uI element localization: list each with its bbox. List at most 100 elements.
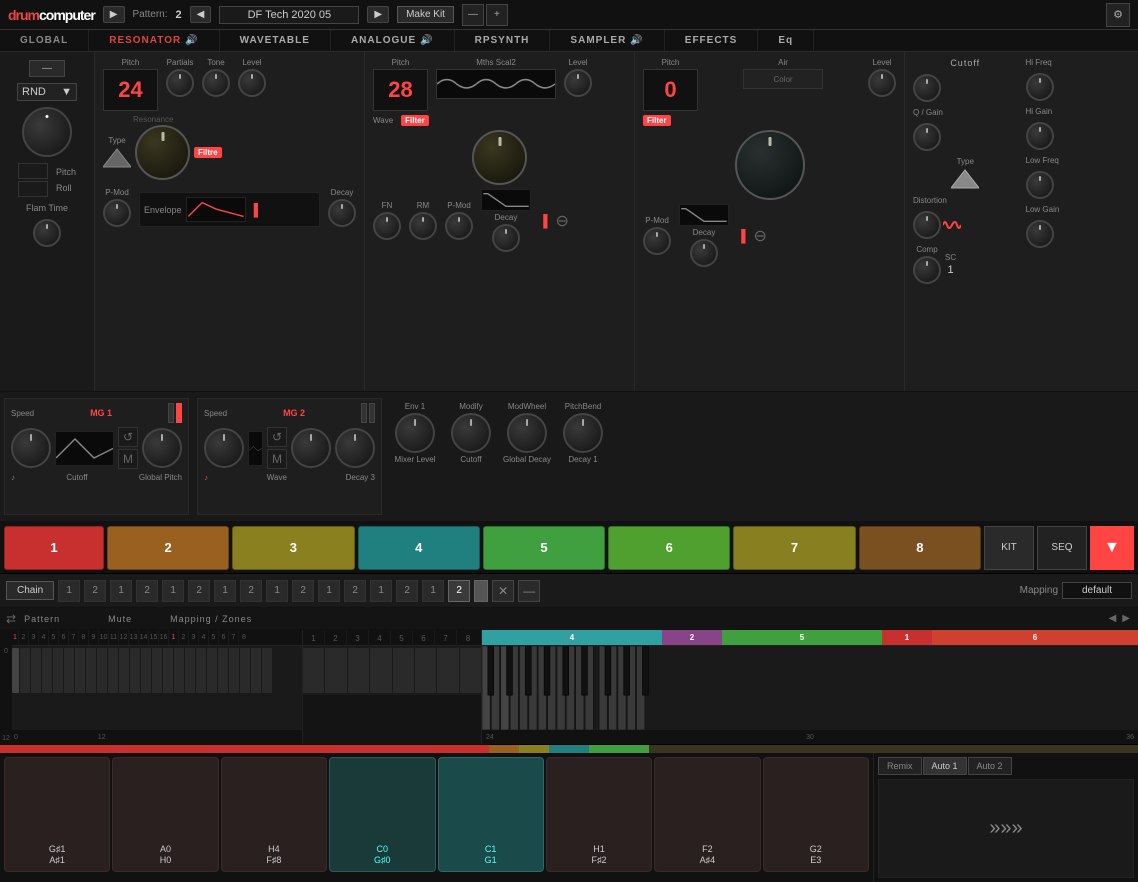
modify-knob[interactable]: [451, 413, 491, 453]
effects-comp-knob[interactable]: [913, 256, 941, 284]
pattern-key-10[interactable]: [108, 648, 118, 693]
mapping-arrow-left[interactable]: ◀: [1107, 611, 1119, 626]
wavetable-decay-knob[interactable]: [492, 224, 520, 252]
effects-hifreq-knob[interactable]: [1026, 73, 1054, 101]
chain-num-7[interactable]: 2: [240, 580, 262, 602]
pattern-key-11[interactable]: [119, 648, 129, 693]
piano-key-group-3[interactable]: H4 F♯8: [221, 757, 327, 872]
resonator-level-knob[interactable]: [238, 69, 266, 97]
dash-button[interactable]: —: [29, 60, 65, 77]
mapping-value[interactable]: default: [1062, 582, 1132, 599]
pattern-key-21[interactable]: [229, 648, 239, 693]
tab-effects[interactable]: EFFECTS: [665, 30, 759, 51]
resonator-env-icon[interactable]: ▐: [250, 203, 259, 217]
chain-num-1[interactable]: 2: [84, 580, 106, 602]
drum-pad-1[interactable]: 1: [4, 526, 104, 570]
seq-button[interactable]: SEQ: [1037, 526, 1087, 570]
arrow-down-button[interactable]: ▼: [1090, 526, 1134, 570]
effects-qgain-knob[interactable]: [913, 123, 941, 151]
zone-1-button[interactable]: 1: [882, 630, 932, 645]
mute-key-2[interactable]: [325, 648, 346, 693]
chain-num-2[interactable]: 1: [110, 580, 132, 602]
pattern-key-24[interactable]: [262, 648, 272, 693]
lfo2-reset-icon[interactable]: ↺: [267, 427, 287, 447]
drum-pad-4[interactable]: 4: [358, 526, 480, 570]
pattern-key-2[interactable]: [20, 648, 30, 693]
wavetable-pmod-knob[interactable]: [445, 212, 473, 240]
tab-rpsynth[interactable]: RPSYNTH: [455, 30, 551, 51]
lfo1-mod-icon[interactable]: M: [118, 449, 138, 469]
wavetable-main-knob[interactable]: [472, 130, 527, 185]
flam-time-knob[interactable]: [33, 219, 61, 247]
zone-6-button[interactable]: 6: [932, 630, 1138, 645]
effects-cutoff-knob[interactable]: [913, 74, 941, 102]
resonator-main-knob[interactable]: [135, 125, 190, 180]
lfo2-third-knob[interactable]: [335, 428, 375, 468]
resonator-pmod-knob[interactable]: [103, 199, 131, 227]
pattern-key-22[interactable]: [240, 648, 250, 693]
piano-key-group-8[interactable]: G2 E3: [763, 757, 869, 872]
effects-lowgain-knob[interactable]: [1026, 220, 1054, 248]
pattern-key-6[interactable]: [64, 648, 74, 693]
rnd-select[interactable]: RND ▼: [17, 83, 77, 101]
chain-num-0[interactable]: 1: [58, 580, 80, 602]
drum-pad-5[interactable]: 5: [483, 526, 605, 570]
zone-2-button[interactable]: 2: [662, 630, 722, 645]
drum-pad-3[interactable]: 3: [232, 526, 354, 570]
pattern-key-19[interactable]: [207, 648, 217, 693]
mute-key-8[interactable]: [460, 648, 481, 693]
analogue-pitch-value[interactable]: 0: [643, 69, 698, 111]
wavetable-pitch-value[interactable]: 28: [373, 69, 428, 111]
remix-tab-remix[interactable]: Remix: [878, 757, 922, 775]
drum-pad-8[interactable]: 8: [859, 526, 981, 570]
pattern-key-8[interactable]: [86, 648, 96, 693]
drum-pad-6[interactable]: 6: [608, 526, 730, 570]
drum-pad-2[interactable]: 2: [107, 526, 229, 570]
tab-resonator[interactable]: RESONATOR 🔊: [89, 30, 219, 51]
lfo2-mod-icon[interactable]: M: [267, 449, 287, 469]
pattern-key-5[interactable]: [53, 648, 63, 693]
pitch-button[interactable]: Pitch: [56, 167, 76, 177]
analogue-minus-icon[interactable]: ⊖: [754, 226, 767, 246]
chain-num-3[interactable]: 2: [136, 580, 158, 602]
mute-key-6[interactable]: [415, 648, 436, 693]
nav-right-button[interactable]: +: [486, 4, 508, 26]
piano-key-group-7[interactable]: F2 A♯4: [654, 757, 760, 872]
roll-button[interactable]: Roll: [56, 183, 76, 193]
pattern-next-button[interactable]: ▶: [367, 6, 389, 23]
play-button[interactable]: ▶: [103, 6, 125, 23]
wavetable-minus-icon[interactable]: ⊖: [556, 211, 569, 231]
pattern-key-13[interactable]: [141, 648, 151, 693]
chain-num-4[interactable]: 1: [162, 580, 184, 602]
chain-num-13[interactable]: 2: [396, 580, 418, 602]
resonator-pitch-value[interactable]: 24: [103, 69, 158, 111]
wavetable-env-icon[interactable]: ▐: [539, 214, 548, 228]
pattern-key-15[interactable]: [163, 648, 173, 693]
pattern-key-1[interactable]: [12, 648, 19, 693]
piano-key-group-2[interactable]: A0 H0: [112, 757, 218, 872]
lfo2-second-knob[interactable]: [291, 428, 331, 468]
mute-key-4[interactable]: [370, 648, 391, 693]
lfo1-second-knob[interactable]: [142, 428, 182, 468]
piano-key-group-5[interactable]: C1 G1: [438, 757, 544, 872]
analogue-level-knob[interactable]: [868, 69, 896, 97]
pattern-key-14[interactable]: [152, 648, 162, 693]
modwheel-knob[interactable]: [507, 413, 547, 453]
make-kit-button[interactable]: Make Kit: [397, 6, 454, 23]
mute-key-1[interactable]: [303, 648, 324, 693]
pattern-prev-button[interactable]: ◀: [190, 6, 212, 23]
kit-button[interactable]: KIT: [984, 526, 1034, 570]
mute-key-3[interactable]: [348, 648, 369, 693]
chain-num-9[interactable]: 2: [292, 580, 314, 602]
mute-key-7[interactable]: [437, 648, 458, 693]
chain-num-8[interactable]: 1: [266, 580, 288, 602]
piano-key-group-1[interactable]: G♯1 A♯1: [4, 757, 110, 872]
nav-left-button[interactable]: —: [462, 4, 484, 26]
resonator-decay-knob[interactable]: [328, 199, 356, 227]
env1-knob[interactable]: [395, 413, 435, 453]
remix-tab-auto1[interactable]: Auto 1: [923, 757, 967, 775]
effects-lowfreq-knob[interactable]: [1026, 171, 1054, 199]
chain-minus-button[interactable]: —: [518, 580, 540, 602]
remix-tab-auto2[interactable]: Auto 2: [968, 757, 1012, 775]
pitchbend-knob[interactable]: [563, 413, 603, 453]
